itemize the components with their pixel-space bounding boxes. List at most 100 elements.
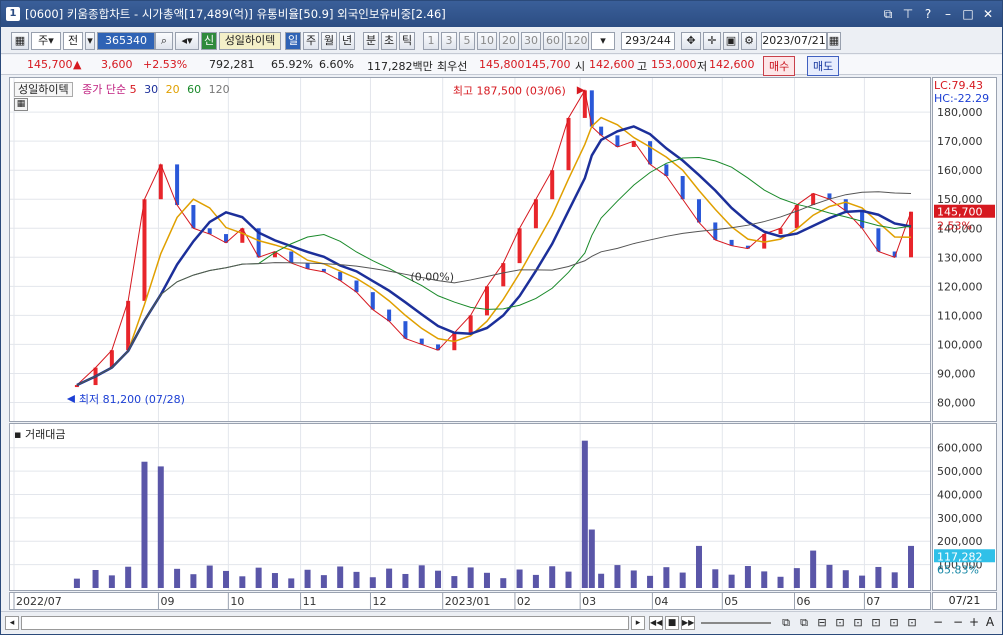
interval-week[interactable]: 주 xyxy=(303,32,319,50)
price-candle xyxy=(696,199,701,223)
interval-tick[interactable]: 틱 xyxy=(399,32,415,50)
volume-bar xyxy=(451,576,458,588)
zoom-minus-icon[interactable]: − xyxy=(931,615,945,629)
minute-step-3[interactable]: 3 xyxy=(441,32,457,50)
volume-bar xyxy=(728,574,735,588)
price-candle xyxy=(582,90,587,118)
pin-icon[interactable]: ⊤ xyxy=(900,6,916,22)
zoom-minus-2-icon[interactable]: − xyxy=(951,615,965,629)
minute-step-30[interactable]: 30 xyxy=(521,32,541,50)
minimize-icon[interactable]: – xyxy=(940,6,956,22)
search-icon[interactable]: ⌕ xyxy=(155,32,173,50)
scroll-track[interactable] xyxy=(21,616,629,630)
buy-button[interactable]: 매수 xyxy=(763,56,796,76)
interval-second[interactable]: 초 xyxy=(381,32,397,50)
scroll-left-icon[interactable]: ◂ xyxy=(5,616,19,630)
fast-forward-icon[interactable]: ▶▶ xyxy=(681,616,695,630)
best-label: 최우선 xyxy=(437,60,468,73)
layout-icon[interactable]: ▦ xyxy=(11,32,29,50)
count-field[interactable]: 293/244 xyxy=(621,32,675,50)
close-price-line xyxy=(76,88,912,386)
grid-toggle-icon[interactable]: ▦ xyxy=(14,98,28,111)
volume-pane[interactable]: ▪ 거래대금 xyxy=(9,423,931,591)
price-pane[interactable]: 최고 187,500 (03/06) 최저 81,200 (07/28) (0.00… xyxy=(9,77,931,422)
save-icon[interactable]: ▣ xyxy=(723,32,739,50)
window-number: 1 xyxy=(6,7,20,21)
trade-value: 117,282백만 xyxy=(367,60,433,73)
calendar-icon[interactable]: ▦ xyxy=(827,32,841,50)
crosshair-icon[interactable]: ✛ xyxy=(703,32,721,50)
font-size-icon[interactable]: A xyxy=(983,615,997,629)
minute-step-1[interactable]: 1 xyxy=(423,32,439,50)
interval-minute[interactable]: 분 xyxy=(363,32,379,50)
tool-icon-8[interactable]: ⊡ xyxy=(905,616,919,630)
speed-slider[interactable] xyxy=(701,622,771,624)
stop-icon[interactable]: ■ xyxy=(665,616,679,630)
minute-step-10[interactable]: 10 xyxy=(477,32,497,50)
tool-icon-1[interactable]: ⧉ xyxy=(779,616,793,630)
maximize-icon[interactable]: □ xyxy=(960,6,976,22)
interval-day[interactable]: 일 xyxy=(285,32,301,50)
volume-tick-label: 200,000 xyxy=(937,535,983,548)
close-icon[interactable]: ✕ xyxy=(980,6,996,22)
date-axis-right-label: 07/21 xyxy=(932,592,997,610)
move-icon[interactable]: ✥ xyxy=(681,32,701,50)
volume-bar xyxy=(516,569,523,588)
low-marker-icon xyxy=(66,395,75,404)
ma-period-30[interactable]: 30 xyxy=(144,83,158,96)
price-candle xyxy=(533,199,538,229)
tool-icon-4[interactable]: ⊡ xyxy=(833,616,847,630)
tool-icon-3[interactable]: ⊟ xyxy=(815,616,829,630)
tool-icon-5[interactable]: ⊡ xyxy=(851,616,865,630)
best-ask: 145,800 xyxy=(479,58,525,71)
price-pane-stock-name[interactable]: 성일하이텍 xyxy=(14,82,73,97)
price-candle xyxy=(158,164,163,200)
stock-code-input[interactable]: 365340 xyxy=(97,32,155,50)
volume-tick-label: 500,000 xyxy=(937,465,983,478)
tool-icon-2[interactable]: ⧉ xyxy=(797,616,811,630)
ma-period-60[interactable]: 60 xyxy=(187,83,201,96)
minute-step-5[interactable]: 5 xyxy=(459,32,475,50)
price-candle xyxy=(811,193,816,206)
ma-period-5[interactable]: 5 xyxy=(130,83,137,96)
price-tick-label: 100,000 xyxy=(937,338,983,351)
period-type-select[interactable]: 주▾ xyxy=(31,32,61,50)
price-candle xyxy=(550,170,555,200)
link-icon[interactable]: ⧉ xyxy=(880,6,896,22)
minute-step-60[interactable]: 60 xyxy=(543,32,563,50)
volume-bar xyxy=(467,567,474,588)
help-icon[interactable]: ? xyxy=(920,6,936,22)
high-annotation: 최고 187,500 (03/06) xyxy=(453,84,566,97)
ma-period-20[interactable]: 20 xyxy=(166,83,180,96)
tool-icon-7[interactable]: ⊡ xyxy=(887,616,901,630)
volume-pane-title: ▪ 거래대금 xyxy=(14,428,66,441)
ma-label[interactable]: 종가 단순 xyxy=(82,83,126,96)
up-arrow-icon: ▲ xyxy=(73,58,82,71)
volume-bar xyxy=(206,565,213,588)
volume-bar xyxy=(598,573,605,588)
low-label: 저 xyxy=(697,60,708,73)
minute-custom-select[interactable]: ▾ xyxy=(591,32,615,50)
price-candle xyxy=(403,321,408,339)
sell-button[interactable]: 매도 xyxy=(807,56,840,76)
price-tick-label: 180,000 xyxy=(937,106,983,119)
prev-label[interactable]: 전 xyxy=(63,32,83,50)
price-tick-label: 120,000 xyxy=(937,280,983,293)
ma-period-120[interactable]: 120 xyxy=(209,83,230,96)
volume-bar xyxy=(369,577,376,588)
rewind-icon[interactable]: ◀◀ xyxy=(649,616,663,630)
volume-tick-label: 600,000 xyxy=(937,442,983,455)
date-field[interactable]: 2023/07/21 xyxy=(761,32,827,50)
title-bar: 1 [0600] 키움종합차트 - 시가총액[17,489(억)] 유통비율[5… xyxy=(1,1,1002,27)
tool-icon-6[interactable]: ⊡ xyxy=(869,616,883,630)
minute-step-20[interactable]: 20 xyxy=(499,32,519,50)
chevron-icon[interactable]: ▾ xyxy=(85,32,95,50)
interval-year[interactable]: 년 xyxy=(339,32,355,50)
price-candle xyxy=(517,228,522,264)
interval-month[interactable]: 월 xyxy=(321,32,337,50)
gear-icon[interactable]: ⚙ xyxy=(741,32,757,50)
minute-step-120[interactable]: 120 xyxy=(565,32,589,50)
scroll-right-icon[interactable]: ▸ xyxy=(631,616,645,630)
speaker-icon[interactable]: ◂▾ xyxy=(175,32,199,50)
zoom-plus-icon[interactable]: + xyxy=(967,615,981,629)
